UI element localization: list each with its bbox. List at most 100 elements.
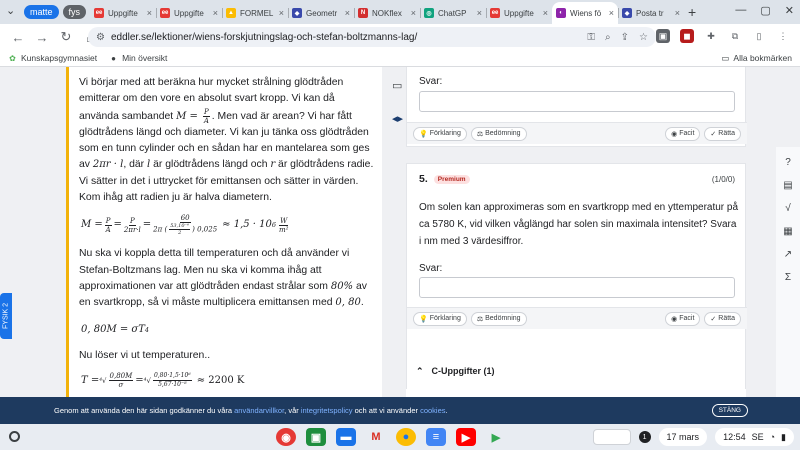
- equation-stefan-boltzmann: 0, 80M = σT 4: [81, 322, 375, 338]
- tab-copy-icon[interactable]: ⧉: [728, 29, 742, 43]
- extensions-puzzle-icon[interactable]: ✚: [704, 29, 718, 43]
- new-tab-button[interactable]: +: [688, 4, 696, 20]
- side-panel-icon[interactable]: ▯: [752, 29, 766, 43]
- close-tab-icon[interactable]: ×: [345, 8, 350, 18]
- cookie-close-button[interactable]: STÄNG: [711, 404, 748, 417]
- gmail-app-icon[interactable]: M: [366, 428, 386, 446]
- bookmark-kunskapsgymnasiet[interactable]: ✿ Kunskapsgymnasiet: [8, 53, 97, 63]
- grade-button[interactable]: ✓ Rätta: [704, 311, 741, 326]
- bookmark-label: Min översikt: [122, 53, 168, 63]
- all-bookmarks-button[interactable]: ▭ Alla bokmärken: [721, 53, 792, 64]
- answer-key-button[interactable]: ◉ Facit: [665, 311, 701, 326]
- close-tab-icon[interactable]: ×: [675, 8, 680, 18]
- bookmark-star-icon[interactable]: ☆: [639, 32, 648, 43]
- site-info-icon[interactable]: ⚙: [96, 32, 105, 43]
- tab-group-fys[interactable]: fys: [62, 5, 87, 19]
- explanation-paragraph-1: Vi börjar med att beräkna hur mycket str…: [79, 75, 375, 206]
- emittance-exponent: 6: [271, 221, 277, 230]
- address-bar[interactable]: ⚙ eddler.se/lektioner/wiens-forskjutning…: [88, 27, 656, 47]
- play-store-app-icon[interactable]: ▶: [486, 428, 506, 446]
- kunskapsgymnasiet-icon: ✿: [9, 53, 16, 63]
- graph-icon[interactable]: ↗: [784, 249, 792, 260]
- bookmark-min-oversikt[interactable]: ● Min översikt: [109, 53, 167, 63]
- close-tab-icon[interactable]: ×: [411, 8, 416, 18]
- browser-tab[interactable]: ee Uppgifte ×: [486, 2, 552, 24]
- formula-sheet-icon[interactable]: √: [785, 203, 791, 214]
- password-key-icon[interactable]: ⚿: [587, 32, 595, 43]
- minimize-icon[interactable]: —: [735, 4, 746, 17]
- close-tab-icon[interactable]: ×: [609, 8, 614, 18]
- explanation-button[interactable]: 💡 Förklaring: [413, 126, 467, 141]
- equation-temperature: T = ⁴√ 0,80M σ = ⁴√ 0,80·1,5·10⁶ 5,67·10⁻⁸ ≈…: [81, 372, 245, 390]
- keyboard-locale: SE: [751, 432, 764, 442]
- tab-search-icon[interactable]: ⌄: [6, 4, 15, 17]
- maximize-icon[interactable]: ▢: [760, 4, 770, 17]
- docs-app-icon[interactable]: ≡: [426, 428, 446, 446]
- cookies-link[interactable]: cookies: [420, 406, 445, 415]
- subject-side-tab[interactable]: FYSIK 2: [0, 293, 12, 339]
- cookie-banner: Genom att använda den här sidan godkänne…: [0, 397, 800, 424]
- browser-tab[interactable]: ee Uppgifte ×: [90, 2, 156, 24]
- browser-tab[interactable]: ◐ Wiens fö ×: [552, 2, 619, 24]
- menu-kebab-icon[interactable]: ⋮: [776, 29, 790, 43]
- close-window-icon[interactable]: ✕: [785, 4, 794, 17]
- tab-title: Posta tr: [636, 8, 664, 18]
- eddler-icon: ◆: [622, 8, 633, 18]
- help-icon[interactable]: ?: [785, 157, 791, 168]
- back-icon[interactable]: ←: [8, 30, 28, 45]
- extension-badge-icon[interactable]: ◼: [680, 29, 694, 43]
- close-tab-icon[interactable]: ×: [279, 8, 284, 18]
- classroom-app-icon[interactable]: ▣: [306, 428, 326, 446]
- answer-input[interactable]: [419, 277, 735, 298]
- files-app-icon[interactable]: ▬: [336, 428, 356, 446]
- panel-window-icon[interactable]: ▭: [392, 79, 403, 92]
- close-tab-icon[interactable]: ×: [543, 8, 548, 18]
- date-chip[interactable]: 17 mars: [658, 428, 708, 446]
- answer-input[interactable]: [419, 91, 735, 112]
- eddler-icon: ee: [490, 8, 501, 18]
- collapse-panel-icon[interactable]: ◂▸: [392, 112, 403, 125]
- calculator-icon[interactable]: ▦: [783, 226, 792, 237]
- reload-icon[interactable]: ↻: [56, 29, 76, 45]
- close-tab-icon[interactable]: ×: [477, 8, 482, 18]
- close-tab-icon[interactable]: ×: [213, 8, 218, 18]
- status-area[interactable]: 12:54 SE ◔ ▮: [715, 428, 794, 446]
- explanation-button[interactable]: 💡 Förklaring: [413, 311, 467, 326]
- browser-tab[interactable]: ee Uppgifte ×: [156, 2, 222, 24]
- browser-tab[interactable]: ◎ ChatGP ×: [420, 2, 486, 24]
- explanation-panel: Vi börjar med att beräkna hur mycket str…: [66, 67, 382, 397]
- browser-tab[interactable]: ◆ Posta tr ×: [618, 2, 684, 24]
- unit-denominator: m²: [279, 225, 289, 234]
- forward-icon[interactable]: →: [32, 30, 52, 45]
- holding-space-thumbnail[interactable]: [592, 429, 631, 445]
- equation-emittance-calculation: M = PA = P 2πr·l = 60 2π (53,10⁻⁶ 2) 0,025 …: [81, 214, 289, 237]
- share-icon[interactable]: ⇪: [621, 32, 629, 43]
- answer-key-button[interactable]: ◉ Facit: [665, 126, 701, 141]
- browser-tab[interactable]: ▲ FORMEL ×: [222, 2, 288, 24]
- youtube-app-icon[interactable]: ▶: [456, 428, 476, 446]
- right-tool-rail: ? ▤ √ ▦ ↗ Σ: [776, 147, 800, 397]
- bookmarks-bar: ✿ Kunskapsgymnasiet ● Min översikt ▭ All…: [0, 50, 800, 67]
- notification-badge[interactable]: 1: [638, 431, 651, 443]
- document-icon[interactable]: ▤: [783, 180, 792, 191]
- explanation-paragraph-3: Nu löser vi ut temperaturen..: [79, 349, 211, 361]
- tab-group-matte[interactable]: matte: [24, 5, 59, 19]
- browser-tab[interactable]: ◆ Geometr ×: [288, 2, 354, 24]
- chrome-app-icon[interactable]: ●: [396, 428, 416, 446]
- assessment-button[interactable]: ⚖ Bedömning: [470, 311, 527, 326]
- assessment-button[interactable]: ⚖ Bedömning: [470, 126, 527, 141]
- grade-label: Rätta: [718, 130, 735, 137]
- browser-tab[interactable]: N NOKflex ×: [354, 2, 420, 24]
- section-c-tasks[interactable]: ⌃ C-Uppgifter (1): [406, 359, 746, 383]
- screencast-app-icon[interactable]: ◉: [276, 428, 296, 446]
- close-tab-icon[interactable]: ×: [147, 8, 152, 18]
- sum-icon[interactable]: Σ: [785, 272, 791, 283]
- launcher-icon[interactable]: [9, 431, 20, 442]
- terms-link[interactable]: användarvillkor: [234, 406, 284, 415]
- privacy-link[interactable]: integritetspolicy: [301, 406, 353, 415]
- extension-screen-icon[interactable]: ▣: [656, 29, 670, 43]
- zoom-icon[interactable]: ⌕: [605, 32, 611, 43]
- grade-button[interactable]: ✓ Rätta: [704, 126, 741, 141]
- explanation-label: Förklaring: [429, 130, 461, 137]
- nokflex-icon: N: [358, 8, 369, 18]
